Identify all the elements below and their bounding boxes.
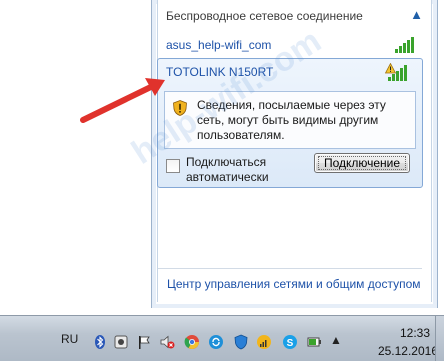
section-title: Беспроводное сетевое соединение xyxy=(166,9,363,23)
unsecured-signal-icon xyxy=(385,63,412,81)
auto-connect-label[interactable]: Подключаться автоматически xyxy=(186,155,316,185)
bluetooth-icon[interactable] xyxy=(92,334,108,350)
network-name: asus_help-wifi_com xyxy=(166,38,272,52)
connect-button-label: Подключение xyxy=(323,156,401,170)
flag-icon[interactable] xyxy=(136,334,152,350)
sync-icon[interactable] xyxy=(208,334,224,350)
clock-time[interactable]: 12:33 xyxy=(400,326,430,340)
clock-date[interactable]: 25.12.2016 xyxy=(378,344,438,358)
language-indicator[interactable]: RU xyxy=(61,332,78,346)
volume-muted-icon[interactable] xyxy=(159,334,175,350)
battery-icon[interactable] xyxy=(306,334,322,350)
shield-icon[interactable] xyxy=(233,334,249,350)
signal-strength-icon xyxy=(395,35,419,53)
auto-connect-checkbox[interactable] xyxy=(166,159,180,173)
wifi-icon[interactable] xyxy=(256,334,272,350)
show-desktop-button[interactable] xyxy=(435,316,444,361)
divider xyxy=(158,268,422,269)
network-center-link[interactable]: Центр управления сетями и общим доступом xyxy=(167,277,421,291)
wireless-section-header[interactable]: Беспроводное сетевое соединение ▲ xyxy=(161,7,427,27)
connect-button[interactable]: Подключение xyxy=(314,153,410,173)
skype-icon[interactable]: S xyxy=(282,334,298,350)
svg-text:S: S xyxy=(287,338,294,349)
chrome-icon[interactable] xyxy=(184,334,200,350)
taskbar: RU S ▲ 12:33 25.12.2016 xyxy=(0,315,444,361)
network-icon[interactable] xyxy=(113,334,129,350)
collapse-chevron-icon[interactable]: ▲ xyxy=(410,7,423,22)
tray-expand-icon[interactable]: ▲ xyxy=(330,333,342,349)
